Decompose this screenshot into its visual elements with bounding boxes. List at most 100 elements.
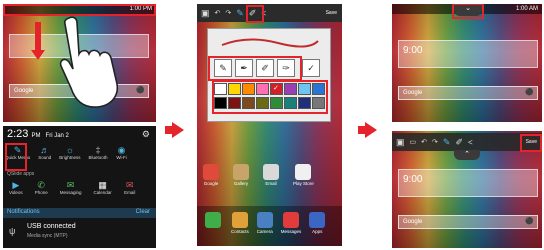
pen-tool-icon[interactable]: ✎ xyxy=(236,8,244,19)
mic-icon[interactable]: ⚫ xyxy=(525,87,534,99)
camera-icon xyxy=(256,212,273,228)
app-email[interactable]: Email xyxy=(263,164,279,186)
pen-tool-highlight xyxy=(246,5,264,23)
bluetooth-icon: ‡ xyxy=(95,145,101,155)
redo-icon[interactable]: ↷ xyxy=(432,138,438,146)
chevron-up-icon: ⌃ xyxy=(464,151,470,158)
app-play-store[interactable]: Play Store xyxy=(293,164,314,186)
clock-widget[interactable]: 9:00 xyxy=(398,40,538,68)
search-label: Google xyxy=(403,219,423,225)
sound-icon: ♬ xyxy=(40,145,50,155)
contacts-icon xyxy=(231,212,248,228)
google-search-bar[interactable]: Google ⚫ xyxy=(398,86,538,100)
app-label: Contacts xyxy=(231,229,249,234)
hand-gesture-icon xyxy=(59,16,119,108)
pen-type-5[interactable]: ✓ xyxy=(302,59,320,77)
gallery-icon xyxy=(233,164,249,180)
widget-time: 9:00 xyxy=(403,45,423,56)
quick-setting-sound[interactable]: ♬ Sound xyxy=(38,145,51,160)
apps-grid-icon xyxy=(309,212,326,228)
app-phone-tile[interactable] xyxy=(205,212,221,228)
app-label: Camera xyxy=(256,229,273,234)
eraser-icon[interactable]: ✐ xyxy=(455,137,463,148)
qslide-app-label: Phone xyxy=(34,190,48,195)
app-messages[interactable]: Messages xyxy=(280,212,302,234)
step-arrow-1-icon xyxy=(172,122,184,138)
messaging-icon: ✉ xyxy=(66,179,75,190)
qslide-label: QSlide apps xyxy=(7,171,35,177)
qslide-app-label: Videos xyxy=(9,190,23,195)
app-apps[interactable]: Apps xyxy=(309,212,326,234)
notifications-label: Notifications xyxy=(7,209,40,215)
search-label: Google xyxy=(403,90,423,96)
qslide-app-email[interactable]: ✉ Email xyxy=(124,179,136,196)
qslide-app-label: Email xyxy=(124,190,136,195)
app-label: Email xyxy=(265,181,277,186)
share-icon[interactable]: < xyxy=(468,138,473,147)
qslide-app-messaging[interactable]: ✉ Messaging xyxy=(59,179,82,196)
step-arrow-2-icon xyxy=(365,122,377,138)
qslide-app-calendar[interactable]: ▦ Calendar xyxy=(93,179,112,196)
videos-icon: ▶ xyxy=(12,179,20,190)
pin-icon[interactable]: ▭ xyxy=(410,138,417,146)
layers-icon[interactable]: ▣ xyxy=(396,137,405,148)
email-icon: ✉ xyxy=(125,179,134,190)
app-label: Apps xyxy=(312,229,323,234)
app-gallery[interactable]: Gallery xyxy=(233,164,249,186)
app-label: Google xyxy=(203,181,219,186)
notification-title: USB connected xyxy=(27,223,76,230)
step3-home-screen: 1:00 AM ⌄ 9:00 Google ⚫ xyxy=(392,4,542,122)
quick-setting-label: Sound xyxy=(38,155,52,160)
step3-memo-overlay: ▣ ▭ ↶ ↷ ✎ ✐ < Save ⌃ 9:00 Google ⚫ xyxy=(392,131,542,248)
app-google[interactable]: Google xyxy=(203,164,219,186)
pen-tool-icon[interactable]: ✎ xyxy=(443,137,451,148)
qslide-apps-row: ▶ Videos ✆ Phone ✉ Messaging ▦ Calendar ✉ Ema… xyxy=(9,179,136,196)
qslide-app-phone[interactable]: ✆ Phone xyxy=(34,180,48,196)
app-camera[interactable]: Camera xyxy=(256,212,273,234)
calendar-icon: ▦ xyxy=(98,179,107,190)
dock-row: Google Gallery Email Play Store xyxy=(203,164,314,186)
quick-setting-label: Wi-Fi xyxy=(116,155,127,160)
mic-icon[interactable]: ⚫ xyxy=(136,85,145,97)
mic-icon[interactable]: ⚫ xyxy=(525,216,534,228)
clear-button[interactable]: Clear xyxy=(136,209,150,215)
app-label: Gallery xyxy=(233,181,249,186)
google-search-bar[interactable]: Google ⚫ xyxy=(398,215,538,229)
step1-notification-shade: 2:23 PM Fri Jan 2 ⚙ ✎ Quick Memo ♬ Sound… xyxy=(3,126,156,248)
widget-time: 9:00 xyxy=(403,174,423,185)
qslide-app-label: Messaging xyxy=(59,190,82,195)
layers-icon[interactable]: ▣ xyxy=(201,8,210,19)
status-time: 1:00 AM xyxy=(515,6,538,12)
app-contacts[interactable]: Contacts xyxy=(231,212,249,234)
shade-header: 2:23 PM Fri Jan 2 xyxy=(7,128,69,140)
app-label: Play Store xyxy=(293,181,314,186)
notification-subtitle: Media sync (MTP) xyxy=(27,233,68,239)
swipe-down-arrowhead xyxy=(31,50,45,60)
usb-icon: ψ xyxy=(9,226,16,236)
quick-setting-brightness[interactable]: ☼ Brightness xyxy=(59,145,80,160)
redo-icon[interactable]: ↷ xyxy=(225,9,231,17)
qslide-app-label: Calendar xyxy=(93,190,112,195)
swipe-down-arrow-icon xyxy=(35,22,41,52)
usb-notification[interactable]: ψ USB connected Media sync (MTP) xyxy=(3,220,156,246)
undo-icon[interactable]: ↶ xyxy=(215,9,221,17)
qslide-app-videos[interactable]: ▶ Videos xyxy=(9,179,23,196)
clock-widget[interactable]: 9:00 xyxy=(398,169,538,197)
app-label: Messages xyxy=(280,229,302,234)
undo-icon[interactable]: ↶ xyxy=(421,138,427,146)
quick-setting-bluetooth[interactable]: ‡ Bluetooth xyxy=(89,145,108,160)
quick-setting-label: Bluetooth xyxy=(88,155,108,160)
bottom-dock: Contacts Camera Messages Apps xyxy=(197,206,342,246)
notifications-header: Notifications Clear xyxy=(3,208,156,218)
shade-time-suffix: PM xyxy=(31,133,41,139)
step1-home-screen: 1:00 PM Google ⚫ xyxy=(3,4,156,122)
wifi-icon: ◉ xyxy=(117,144,126,155)
collapse-tab[interactable]: ⌃ xyxy=(454,150,480,160)
email-icon xyxy=(263,164,279,180)
color-highlight xyxy=(212,80,328,114)
settings-gear-icon[interactable]: ⚙ xyxy=(142,129,150,140)
quick-setting-wifi[interactable]: ◉ Wi-Fi xyxy=(116,144,128,161)
shade-date: Fri Jan 2 xyxy=(45,133,69,139)
save-button[interactable]: Save xyxy=(324,9,339,17)
memo-toolbar: ▣ ↶ ↷ ✎ ✐ < Save xyxy=(197,4,342,22)
